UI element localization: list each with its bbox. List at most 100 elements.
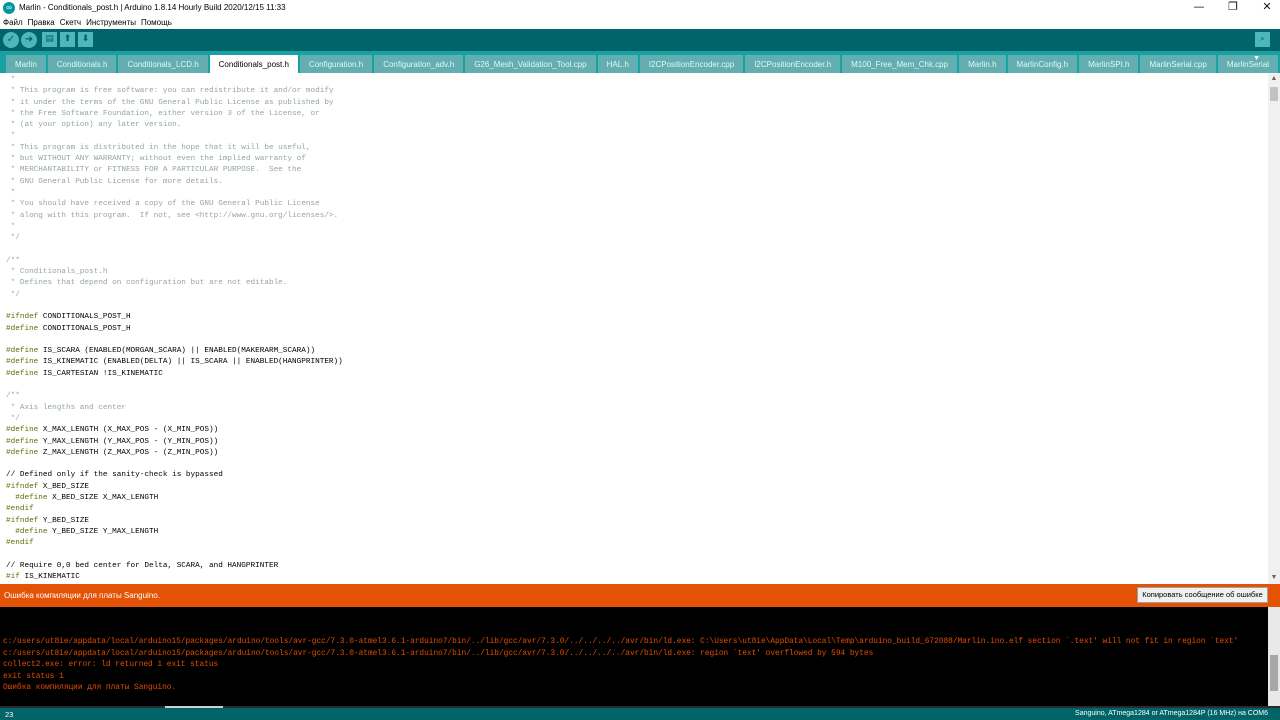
code-text: IS_KINEMATIC (ENABLED(DELTA) || IS_SCARA… [38, 358, 343, 367]
tab-marlinserial-cpp[interactable]: MarlinSerial.cpp [1140, 55, 1216, 73]
tab-conditionals-lcd-h[interactable]: Conditionals_LCD.h [118, 55, 208, 73]
code-line: #define Y_MAX_LENGTH (Y_MAX_POS - (Y_MIN… [6, 437, 343, 448]
code-text: * Axis lengths and center [6, 403, 126, 412]
menu-sketch[interactable]: Скетч [60, 18, 81, 27]
code-line: /** [6, 391, 343, 402]
code-line: */ [6, 290, 343, 301]
console-lines: c:/users/ut8ie/appdata/local/arduino15/p… [3, 637, 1238, 695]
tabs-row: Marlin Conditionals.h Conditionals_LCD.h Co… [6, 55, 1280, 73]
code-line: * [6, 131, 343, 142]
tab-m100-free-mem-chk-cpp[interactable]: M100_Free_Mem_Chk.cpp [842, 55, 958, 73]
magnifier-icon[interactable]: ⌕ [1255, 32, 1270, 47]
preprocessor-keyword: #define [6, 493, 48, 502]
console-line: exit status 1 [3, 672, 64, 681]
new-file-icon[interactable]: ▤ [42, 32, 57, 47]
scroll-down-icon[interactable]: ▼ [1268, 572, 1280, 584]
code-text: * This program is distributed in the hop… [6, 143, 311, 152]
arrow-down-icon[interactable]: ⬇ [78, 32, 93, 47]
arrow-up-icon[interactable]: ⬆ [60, 32, 75, 47]
preprocessor-keyword: #endif [6, 539, 34, 548]
console-scrollbar[interactable] [1268, 607, 1280, 706]
console-output[interactable]: c:/users/ut8ie/appdata/local/arduino15/p… [0, 607, 1268, 706]
code-line: // Defined only if the sanity-check is b… [6, 470, 343, 481]
tab-i2cpositionencoder-h[interactable]: I2CPositionEncoder.h [745, 55, 841, 73]
code-line: #define X_BED_SIZE X_MAX_LENGTH [6, 493, 343, 504]
code-line: * but WITHOUT ANY WARRANTY; without even… [6, 154, 343, 165]
check-icon[interactable]: ✓ [3, 32, 19, 48]
close-button[interactable]: ✕ [1250, 0, 1280, 15]
code-text: * Defines that depend on configuration b… [6, 279, 288, 288]
code-text: // Defined only if the sanity-check is b… [6, 471, 223, 480]
code-line: * [6, 188, 343, 199]
preprocessor-keyword: #ifndef [6, 482, 39, 491]
code-text: * [6, 132, 16, 141]
code-text: * This program is free software: you can… [6, 87, 334, 96]
code-text: X_BED_SIZE X_MAX_LENGTH [47, 493, 159, 502]
preprocessor-keyword: #define [6, 358, 39, 367]
console-line: collect2.exe: error: ld returned 1 exit … [3, 661, 219, 669]
code-line: #ifndef Y_BED_SIZE [6, 516, 343, 527]
editor-scrollbar[interactable]: ▲ ▼ [1268, 73, 1280, 584]
tab-bar: Marlin Conditionals.h Conditionals_LCD.h Co… [0, 51, 1280, 73]
code-text: Y_MAX_LENGTH (Y_MAX_POS - (Y_MIN_POS)) [38, 437, 219, 446]
code-text: * it under the terms of the GNU General … [6, 98, 334, 107]
tab-g26-mesh-validation-tool-cpp[interactable]: G26_Mesh_Validation_Tool.cpp [465, 55, 596, 73]
preprocessor-keyword: #define [6, 324, 39, 333]
preprocessor-keyword: #endif [6, 505, 34, 514]
code-text: */ [6, 234, 20, 243]
code-text: * the Free Software Foundation, either v… [6, 109, 320, 118]
code-text: // Require 0,0 bed center for Delta, SCA… [6, 561, 279, 570]
code-line: #define Y_BED_SIZE Y_MAX_LENGTH [6, 527, 343, 538]
code-line: * the Free Software Foundation, either v… [6, 109, 343, 120]
preprocessor-keyword: #define [6, 369, 39, 378]
code-line: * MERCHANTABILITY or FITNESS FOR A PARTI… [6, 165, 343, 176]
code-line: #if IS_KINEMATIC [6, 572, 343, 583]
code-text: Y_BED_SIZE [38, 516, 90, 525]
code-editor[interactable]: * * This program is free software: you c… [0, 73, 1268, 584]
code-text: */ [6, 414, 20, 423]
code-text: /** [6, 392, 20, 401]
tab-conditionals-post-h[interactable]: Conditionals_post.h [209, 55, 298, 73]
tab-marlin-h[interactable]: Marlin.h [959, 55, 1006, 73]
line-number: 23 [5, 710, 14, 719]
preprocessor-keyword: #ifndef [6, 516, 39, 525]
code-line: * Conditionals_post.h [6, 267, 343, 278]
chevron-down-icon[interactable]: ▼ [1253, 55, 1260, 62]
code-line: * GNU General Public License for more de… [6, 177, 343, 188]
arrow-right-icon[interactable]: ➜ [21, 32, 37, 48]
tab-configuration-adv-h[interactable]: Configuration_adv.h [374, 55, 464, 73]
code-line: * (at your option) any later version. [6, 120, 343, 131]
console-line: Ошибка компиляции для платы Sanguino. [3, 684, 177, 692]
menu-tools[interactable]: Инструменты [86, 18, 136, 27]
menu-file[interactable]: Файл [3, 18, 23, 27]
code-text: */ [6, 290, 20, 299]
code-line: * [6, 222, 343, 233]
tab-marlinserial[interactable]: MarlinSerial [1217, 55, 1279, 73]
code-text: Y_BED_SIZE Y_MAX_LENGTH [47, 527, 159, 536]
code-line: * This program is distributed in the hop… [6, 143, 343, 154]
code-line: #define IS_KINEMATIC (ENABLED(DELTA) || … [6, 357, 343, 368]
console-scroll-thumb[interactable] [1270, 655, 1278, 691]
console-line: c:/users/ut8ie/appdata/local/arduino15/p… [3, 638, 1239, 646]
menu-help[interactable]: Помощь [141, 18, 172, 27]
preprocessor-keyword: #define [6, 426, 39, 435]
maximize-button[interactable]: ❐ [1216, 0, 1250, 15]
tab-i2cpositionencoder-cpp[interactable]: I2CPositionEncoder.cpp [639, 55, 744, 73]
tab-configuration-h[interactable]: Configuration.h [299, 55, 373, 73]
code-text: * GNU General Public License for more de… [6, 177, 223, 186]
tab-marlinspi-h[interactable]: MarlinSPI.h [1079, 55, 1139, 73]
copy-error-button[interactable]: Копировать сообщение об ошибке [1137, 587, 1268, 603]
code-text: * MERCHANTABILITY or FITNESS FOR A PARTI… [6, 166, 302, 175]
editor-scroll-thumb[interactable] [1270, 87, 1278, 101]
tab-marlin[interactable]: Marlin [6, 55, 46, 73]
menu-edit[interactable]: Правка [28, 18, 55, 27]
tab-marlinconfig-h[interactable]: MarlinConfig.h [1007, 55, 1078, 73]
minimize-button[interactable]: — [1182, 0, 1216, 15]
tab-hal-h[interactable]: HAL.h [597, 55, 638, 73]
scroll-up-icon[interactable]: ▲ [1268, 73, 1280, 85]
tab-conditionals-h[interactable]: Conditionals.h [47, 55, 117, 73]
window-title: Marlin - Conditionals_post.h | Arduino 1… [19, 3, 286, 12]
